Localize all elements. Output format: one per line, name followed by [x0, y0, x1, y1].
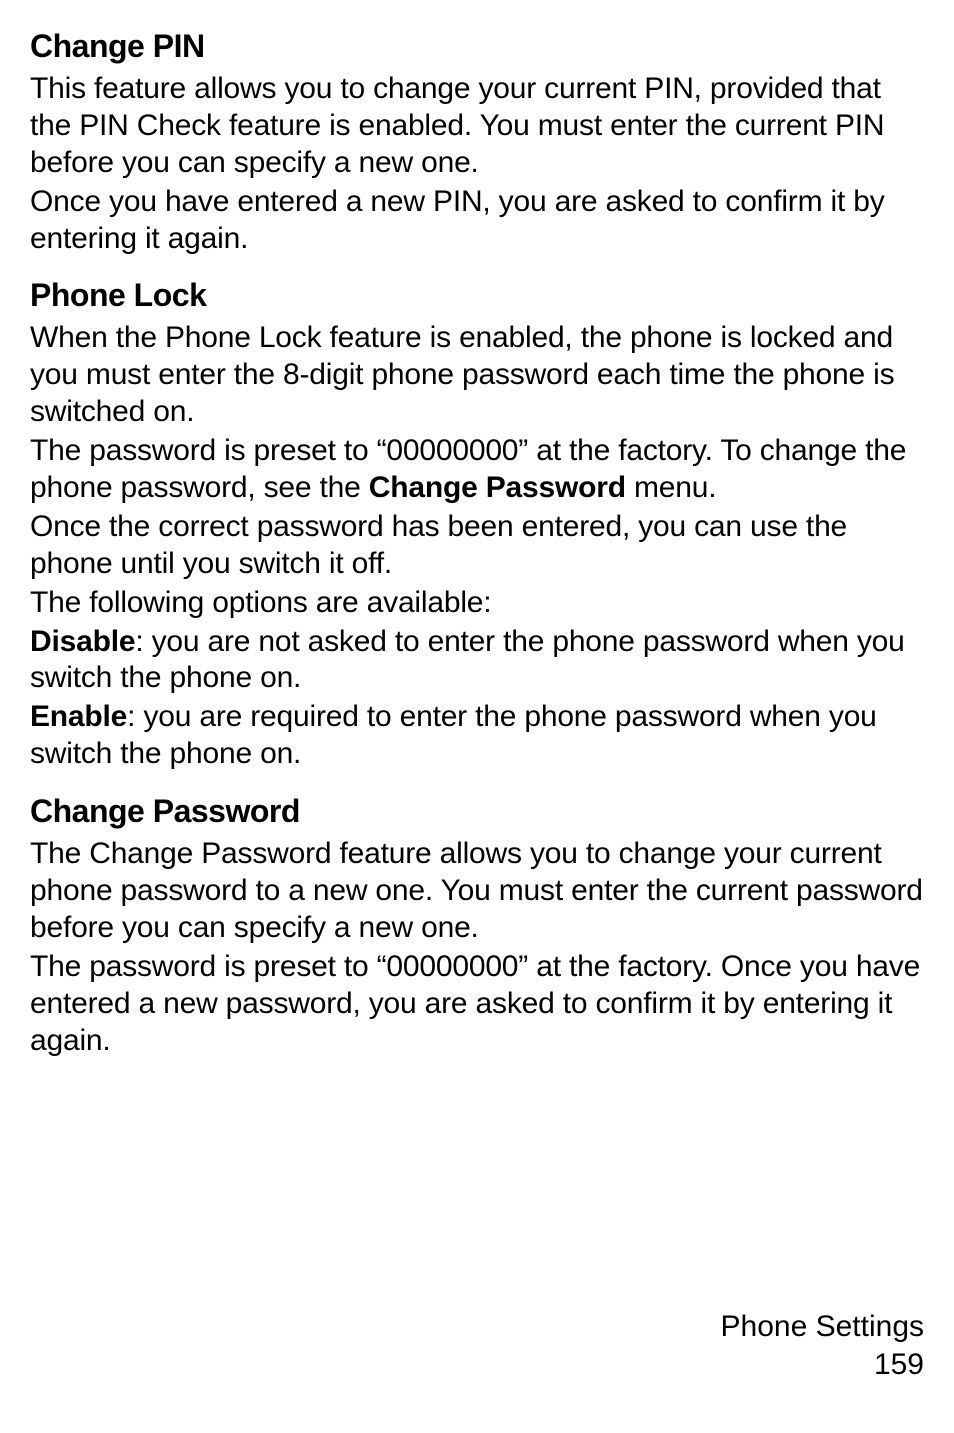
section-change-password: The Change Password feature allows you t… — [30, 836, 924, 1059]
option-label-disable: Disable — [30, 625, 135, 658]
text-span: menu. — [626, 471, 717, 504]
option-disable: Disable: you are not asked to enter the … — [30, 624, 924, 698]
section-change-pin: This feature allows you to change your c… — [30, 71, 924, 257]
page-container: Change PIN This feature allows you to ch… — [0, 0, 954, 1433]
option-enable: Enable: you are required to enter the ph… — [30, 699, 924, 773]
heading-change-password: Change Password — [30, 793, 924, 830]
inline-bold-change-password: Change Password — [369, 471, 626, 504]
body-text: The password is preset to “00000000” at … — [30, 949, 924, 1060]
body-text: The password is preset to “00000000” at … — [30, 433, 924, 507]
footer-chapter-title: Phone Settings — [721, 1308, 924, 1346]
heading-phone-lock: Phone Lock — [30, 277, 924, 314]
heading-change-pin: Change PIN — [30, 28, 924, 65]
body-text: When the Phone Lock feature is enabled, … — [30, 320, 924, 431]
body-text: Once you have entered a new PIN, you are… — [30, 184, 924, 258]
text-span: : you are not asked to enter the phone p… — [30, 625, 905, 695]
body-text: Once the correct password has been enter… — [30, 509, 924, 583]
footer-page-number: 159 — [721, 1346, 924, 1384]
page-footer: Phone Settings 159 — [721, 1308, 924, 1383]
section-phone-lock: When the Phone Lock feature is enabled, … — [30, 320, 924, 773]
option-label-enable: Enable — [30, 700, 127, 733]
body-text: This feature allows you to change your c… — [30, 71, 924, 182]
body-text: The following options are available: — [30, 585, 924, 622]
body-text: The Change Password feature allows you t… — [30, 836, 924, 947]
text-span: : you are required to enter the phone pa… — [30, 700, 877, 770]
